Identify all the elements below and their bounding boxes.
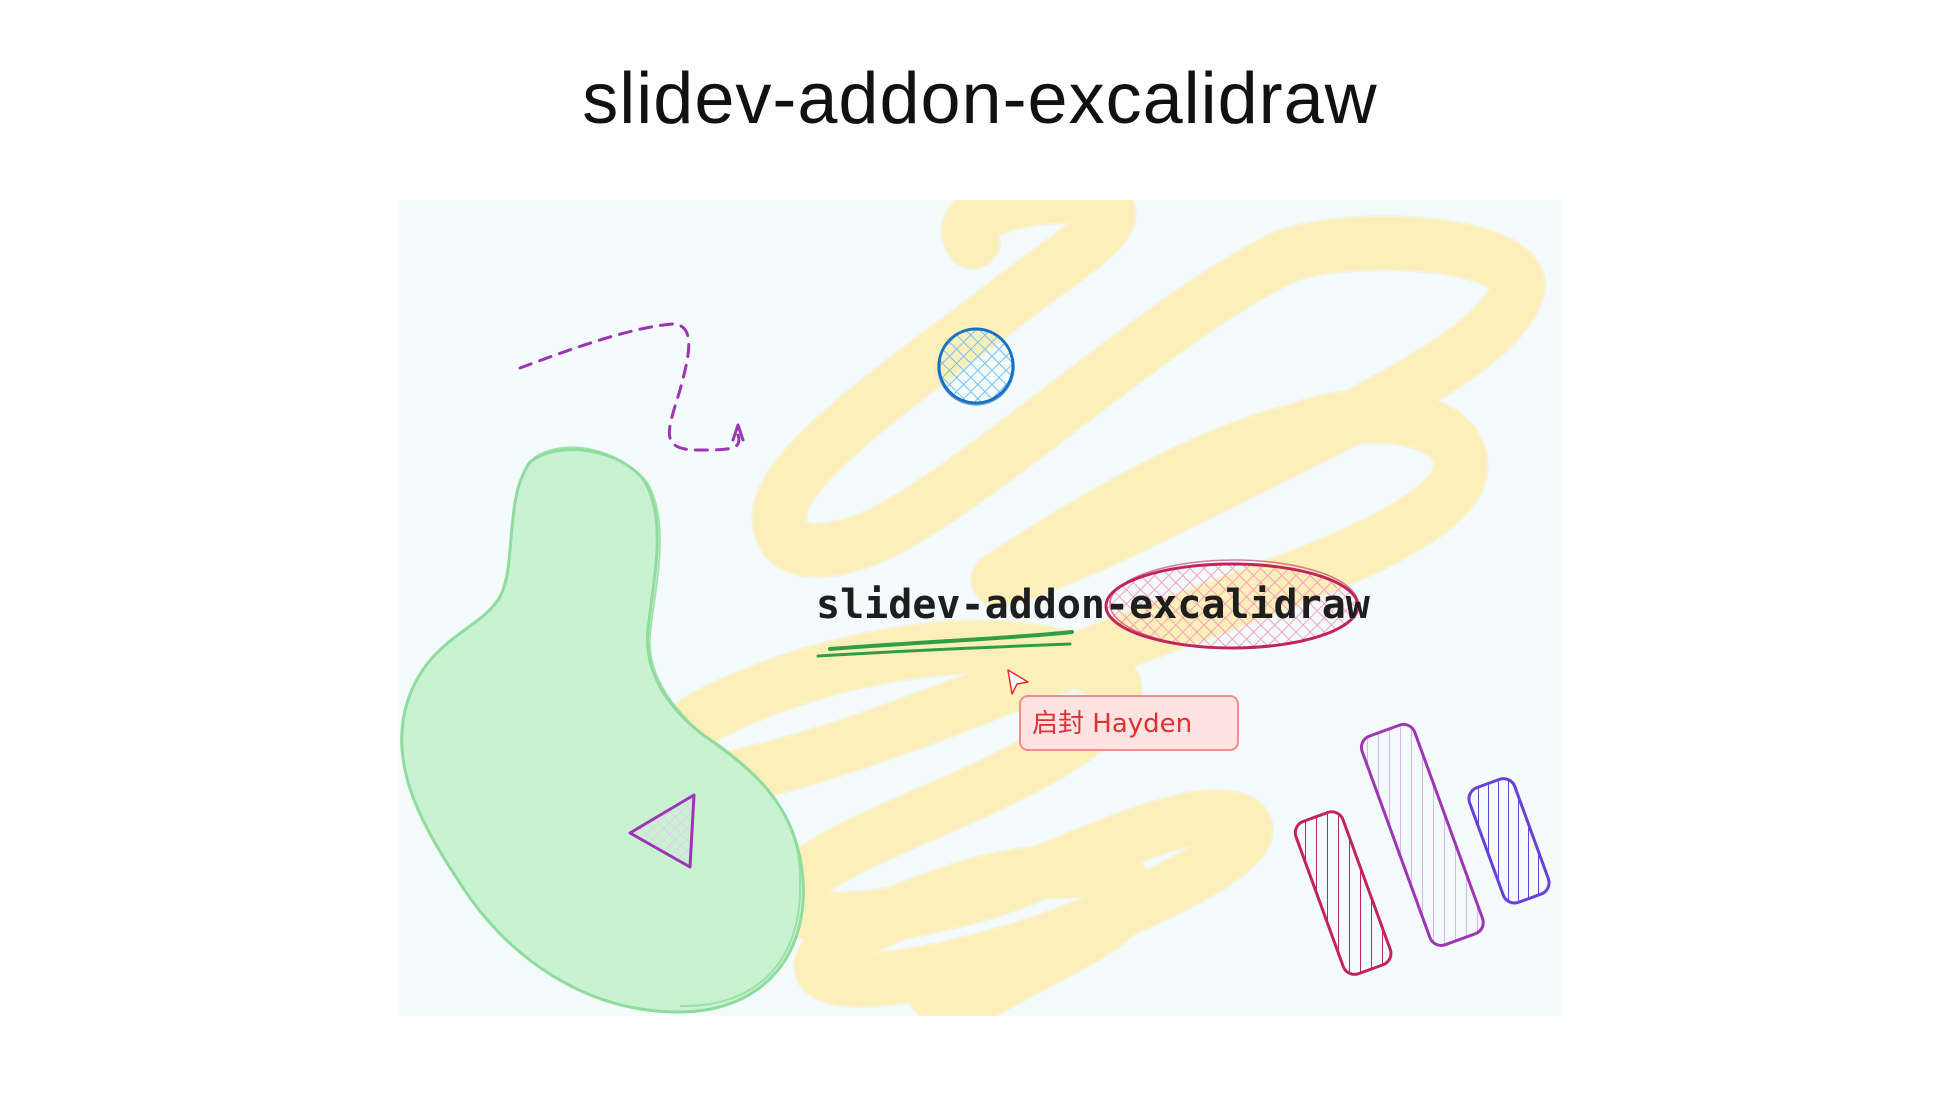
collaborator-label: 启封 Hayden xyxy=(1019,695,1239,751)
bar-indigo[interactable] xyxy=(1466,775,1553,906)
slide: slidev-addon-excalidraw slidev-addon-exc… xyxy=(0,0,1960,1104)
blue-circle[interactable] xyxy=(937,327,1015,406)
hatched-bars[interactable] xyxy=(1292,721,1553,978)
center-text[interactable]: slidev-addon-excalidraw xyxy=(816,582,1371,628)
bar-crimson[interactable] xyxy=(1292,808,1394,977)
green-blob[interactable] xyxy=(400,446,805,1014)
drawing-svg[interactable]: slidev-addon-excalidraw 启封 Hayden xyxy=(398,200,1562,1016)
excalidraw-canvas[interactable]: slidev-addon-excalidraw 启封 Hayden xyxy=(398,200,1562,1016)
slide-title: slidev-addon-excalidraw xyxy=(582,59,1378,139)
dashed-arrow[interactable] xyxy=(518,322,745,452)
collaborator-name: 启封 Hayden xyxy=(1032,709,1192,739)
